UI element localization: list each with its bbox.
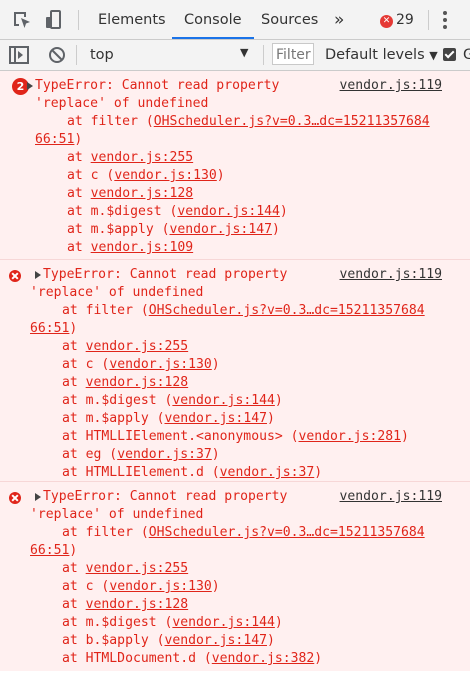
stack-frame-link[interactable]: vendor.js:130 [109,357,211,372]
error-icon [9,270,21,282]
error-icon [9,492,21,504]
expand-triangle-icon[interactable] [27,82,33,90]
stack-frame: at vendor.js:128 [62,375,189,390]
console-toolbar: top ▼ Filter Default levels ▼ G [0,40,470,71]
stack-frame-link[interactable]: OHScheduler.js?v=0.3…dc=15211357684 [154,114,430,129]
stack-frame-link[interactable]: 66:51 [30,543,69,558]
more-options-icon[interactable] [440,10,450,30]
stack-frame-link[interactable]: vendor.js:255 [86,339,188,354]
stack-frame: at m.$digest (vendor.js:144) [67,204,288,219]
stack-frame-link[interactable]: 66:51 [30,321,69,336]
stack-frame-link[interactable]: vendor.js:144 [177,204,279,219]
tab-elements[interactable]: Elements [98,0,166,39]
stack-frame: at vendor.js:109 [67,240,194,255]
chevron-down-icon: ▼ [429,49,438,62]
stack-frame-link[interactable]: vendor.js:147 [164,633,266,648]
stack-frame: at HTMLLIElement.d (vendor.js:37) [62,465,323,480]
stack-frame: at c (vendor.js:130) [62,357,220,372]
stack-frame-continued: 66:51) [30,543,78,558]
expand-triangle-icon[interactable] [35,493,41,501]
stack-frame-link[interactable]: vendor.js:255 [86,561,188,576]
log-levels-label: Default levels [325,47,425,63]
sidebar-toggle-icon[interactable] [8,44,30,66]
stack-frame: at vendor.js:255 [67,150,194,165]
stack-frame-link[interactable]: vendor.js:128 [86,375,188,390]
error-message-continued: 'replace' of undefined [35,96,209,111]
stack-frame: at c (vendor.js:130) [67,168,225,183]
devtools-tab-bar: Elements Console Sources » ✕ 29 [0,0,470,40]
group-similar-label: G [463,47,470,63]
stack-frame: at m.$digest (vendor.js:144) [62,393,283,408]
group-similar-checkbox[interactable] [443,48,456,61]
tab-separator [428,10,429,30]
error-message-continued: 'replace' of undefined [30,507,204,522]
stack-frame: at b.$apply (vendor.js:147) [62,633,275,648]
stack-frame-link[interactable]: vendor.js:147 [164,411,266,426]
stack-frame-link[interactable]: vendor.js:281 [299,429,401,444]
stack-frame: at c (vendor.js:130) [62,579,220,594]
toolbar-separator [76,45,77,65]
toolbar-separator [263,45,264,65]
stack-frame-link[interactable]: vendor.js:147 [169,222,271,237]
stack-frame: at vendor.js:128 [62,597,189,612]
error-message: TypeError: Cannot read property [43,267,288,282]
stack-frame: at vendor.js:128 [67,186,194,201]
source-link[interactable]: vendor.js:119 [340,77,442,95]
stack-frame-link[interactable]: vendor.js:130 [114,168,216,183]
stack-frame-link[interactable]: 66:51 [35,132,74,147]
more-tabs-button[interactable]: » [334,0,344,39]
stack-frame-link[interactable]: vendor.js:37 [117,447,212,462]
tab-console[interactable]: Console [172,0,254,39]
stack-frame: at m.$apply (vendor.js:147) [62,411,275,426]
stack-frame: at vendor.js:255 [62,561,189,576]
stack-frame-link[interactable]: vendor.js:37 [220,465,315,480]
error-message-continued: 'replace' of undefined [30,285,204,300]
source-link[interactable]: vendor.js:119 [340,266,442,284]
stack-frame-link[interactable]: OHScheduler.js?v=0.3…dc=15211357684 [149,303,425,318]
context-dropdown-icon[interactable]: ▼ [240,46,248,59]
error-icon: ✕ [380,15,393,28]
device-toolbar-icon[interactable] [42,8,66,32]
stack-frame: at eg (vendor.js:37) [62,447,220,462]
stack-frame: at filter (OHScheduler.js?v=0.3…dc=15211… [62,525,425,540]
error-count-badge[interactable]: ✕ 29 [380,10,414,30]
clear-console-icon[interactable] [46,44,68,66]
stack-frame-link[interactable]: vendor.js:144 [172,393,274,408]
error-message: TypeError: Cannot read property [43,489,288,504]
expand-triangle-icon[interactable] [35,271,41,279]
stack-frame-link[interactable]: vendor.js:382 [212,651,314,666]
stack-frame: at HTMLLIElement.<anonymous> (vendor.js:… [62,429,409,444]
stack-frame-continued: 66:51) [30,321,78,336]
stack-frame-link[interactable]: vendor.js:144 [172,615,274,630]
log-levels-dropdown[interactable]: Default levels ▼ [325,40,438,70]
stack-frame-link[interactable]: OHScheduler.js?v=0.3…dc=15211357684 [149,525,425,540]
error-count: 29 [396,12,414,28]
stack-frame: at m.$digest (vendor.js:144) [62,615,283,630]
stack-frame-continued: 66:51) [35,132,83,147]
console-error-entry: TypeError: Cannot read property vendor.js… [0,259,470,481]
source-link[interactable]: vendor.js:119 [340,488,442,506]
context-selector[interactable]: top [90,40,114,70]
error-message: TypeError: Cannot read property [35,78,280,93]
stack-frame-link[interactable]: vendor.js:130 [109,579,211,594]
filter-input[interactable]: Filter [272,43,314,65]
stack-frame-link[interactable]: vendor.js:128 [91,186,193,201]
stack-frame: at HTMLDocument.d (vendor.js:382) [62,651,323,666]
inspect-element-icon[interactable] [10,8,34,32]
console-error-entry: 2 TypeError: Cannot read property vendor.j… [0,71,470,259]
stack-frame-link[interactable]: vendor.js:109 [91,240,193,255]
tab-separator [78,10,79,30]
console-messages: 2 TypeError: Cannot read property vendor.j… [0,71,470,671]
stack-frame: at vendor.js:255 [62,339,189,354]
stack-frame: at filter (OHScheduler.js?v=0.3…dc=15211… [67,114,430,129]
stack-frame: at m.$apply (vendor.js:147) [67,222,280,237]
stack-frame: at filter (OHScheduler.js?v=0.3…dc=15211… [62,303,425,318]
console-error-entry: TypeError: Cannot read property vendor.js… [0,481,470,681]
tab-sources[interactable]: Sources [261,0,318,39]
stack-frame-link[interactable]: vendor.js:128 [86,597,188,612]
stack-frame-link[interactable]: vendor.js:255 [91,150,193,165]
